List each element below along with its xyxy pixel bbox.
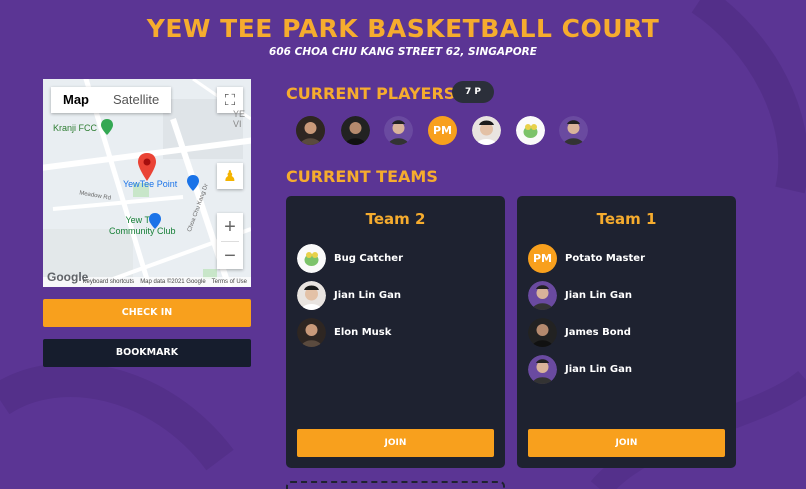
team-member[interactable]: James Bond	[528, 318, 631, 347]
member-avatar	[528, 318, 557, 347]
map-copyright: Map data ©2021 Google	[140, 279, 206, 285]
map-type-map[interactable]: Map	[51, 87, 101, 113]
place-pin-icon	[101, 119, 113, 135]
map-type-satellite[interactable]: Satellite	[101, 87, 171, 113]
join-team-button[interactable]: JOIN	[297, 429, 494, 457]
zoom-control[interactable]: + −	[217, 213, 243, 269]
member-name: James Bond	[565, 327, 631, 338]
player-avatar-initials[interactable]: PM	[428, 116, 457, 145]
member-avatar	[528, 281, 557, 310]
member-name: Elon Musk	[334, 327, 392, 338]
player-avatar[interactable]	[384, 116, 413, 145]
player-avatar[interactable]	[296, 116, 325, 145]
member-name: Jian Lin Gan	[334, 290, 401, 301]
player-avatar[interactable]	[341, 116, 370, 145]
map-label-community-club: Yew Tee Community Club	[109, 215, 176, 236]
member-avatar	[297, 244, 326, 273]
member-avatar	[528, 355, 557, 384]
player-avatar[interactable]	[559, 116, 588, 145]
join-team-button[interactable]: JOIN	[528, 429, 725, 457]
google-logo: Google	[47, 270, 89, 284]
team-card: Team 1 PM Potato Master Jian Lin Gan Jam…	[517, 196, 736, 468]
player-avatar[interactable]	[516, 116, 545, 145]
team-name: Team 2	[365, 210, 426, 228]
current-players-title: CURRENT PLAYERS	[286, 84, 456, 103]
pegman-icon[interactable]: ♟	[217, 163, 243, 189]
terms-link[interactable]: Terms of Use	[212, 279, 247, 285]
court-header: YEW TEE PARK BASKETBALL COURT 606 CHOA C…	[0, 14, 806, 58]
shopping-pin-icon	[187, 175, 199, 191]
team-member[interactable]: Bug Catcher	[297, 244, 403, 273]
check-in-button[interactable]: CHECK IN	[43, 299, 251, 327]
map-type-toggle[interactable]: Map Satellite	[51, 87, 172, 113]
member-name: Jian Lin Gan	[565, 364, 632, 375]
keyboard-shortcuts-link[interactable]: Keyboard shortcuts	[82, 279, 134, 285]
team-member[interactable]: PM Potato Master	[528, 244, 645, 273]
member-avatar	[297, 318, 326, 347]
map-label-partial: YE VI	[233, 109, 246, 129]
player-count-badge: 7 P	[452, 81, 494, 103]
map-label-kranji: Kranji FCC	[53, 123, 98, 133]
team-member[interactable]: Jian Lin Gan	[297, 281, 401, 310]
bookmark-button[interactable]: BOOKMARK	[43, 339, 251, 367]
community-pin-icon	[149, 213, 161, 229]
team-name: Team 1	[596, 210, 657, 228]
zoom-in-button[interactable]: +	[217, 213, 243, 241]
member-name: Bug Catcher	[334, 253, 404, 264]
team-member[interactable]: Jian Lin Gan	[528, 281, 632, 310]
team-member[interactable]: Elon Musk	[297, 318, 391, 347]
current-teams-title: CURRENT TEAMS	[286, 167, 438, 186]
member-name: Potato Master	[565, 253, 646, 264]
court-address: 606 CHOA CHU KANG STREET 62, SINGAPORE	[269, 46, 537, 58]
team-card: Team 2 Bug Catcher Jian Lin Gan Elon Mus…	[286, 196, 505, 468]
member-avatar	[297, 281, 326, 310]
location-pin-icon	[138, 153, 156, 181]
court-title: YEW TEE PARK BASKETBALL COURT	[146, 14, 660, 43]
member-name: Jian Lin Gan	[565, 290, 632, 301]
map-widget[interactable]: Map Satellite ⛶ Kranji FCC YewTee Point …	[43, 79, 251, 287]
add-team-card[interactable]	[286, 481, 505, 489]
player-avatar[interactable]	[472, 116, 501, 145]
member-avatar-initials: PM	[528, 244, 557, 273]
map-label-yewtee-point: YewTee Point	[123, 179, 178, 189]
team-member[interactable]: Jian Lin Gan	[528, 355, 632, 384]
zoom-out-button[interactable]: −	[217, 242, 243, 270]
